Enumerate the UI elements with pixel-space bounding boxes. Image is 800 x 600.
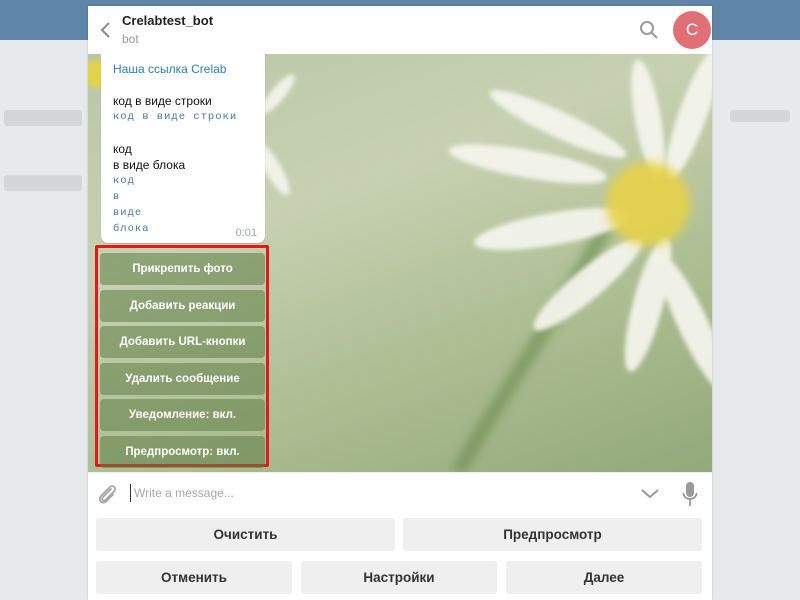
reply-button-clear[interactable]: Очистить [96,518,395,551]
reply-button-cancel[interactable]: Отменить [96,561,292,594]
inline-button-attach-photo[interactable]: Прикрепить фото [100,253,265,285]
chevron-down-icon[interactable] [639,485,661,503]
search-icon[interactable] [638,19,660,41]
code-block-line: код [113,175,135,187]
inline-button-add-url-buttons[interactable]: Добавить URL-кнопки [100,326,265,358]
chat-header: Crelabtest_bot bot C [88,6,712,55]
inline-button-delete-message[interactable]: Удалить сообщение [100,363,265,395]
attach-paperclip-icon[interactable] [96,482,118,506]
code-block-line: в [113,191,121,203]
message-bubble: Наша ссылка Crelab код в виде строки код… [101,54,265,243]
reply-button-preview[interactable]: Предпросмотр [403,518,702,551]
chat-window: Crelabtest_bot bot C Наша ссылка Crelab … [88,6,712,600]
message-text: код в виде строки [113,94,212,108]
message-text: в виде блока [113,158,186,172]
inline-code: код в виде строки [113,111,238,123]
back-arrow-icon[interactable] [96,20,116,40]
avatar[interactable]: C [673,11,711,49]
code-block-line: виде [113,207,143,219]
message-input[interactable] [130,484,614,502]
microphone-icon[interactable] [682,481,698,507]
inline-button-add-reactions[interactable]: Добавить реакции [100,290,265,322]
message-time: 0:01 [235,227,257,239]
reply-button-settings[interactable]: Настройки [301,561,497,594]
inline-button-notification[interactable]: Уведомление: вкл. [100,399,265,431]
inline-button-preview[interactable]: Предпросмотр: вкл. [100,436,265,468]
reply-button-next[interactable]: Далее [506,561,702,594]
message-composer [88,472,712,515]
chat-title[interactable]: Crelabtest_bot [122,13,213,28]
message-text: код [113,142,132,156]
background-blur [4,175,82,191]
chat-status: bot [122,32,139,46]
message-link[interactable]: Наша ссылка Crelab [113,62,226,76]
background-blur [4,110,82,126]
background-blur [730,110,790,122]
code-block-line: блока [113,223,150,235]
chat-area: Наша ссылка Crelab код в виде строки код… [88,54,712,472]
